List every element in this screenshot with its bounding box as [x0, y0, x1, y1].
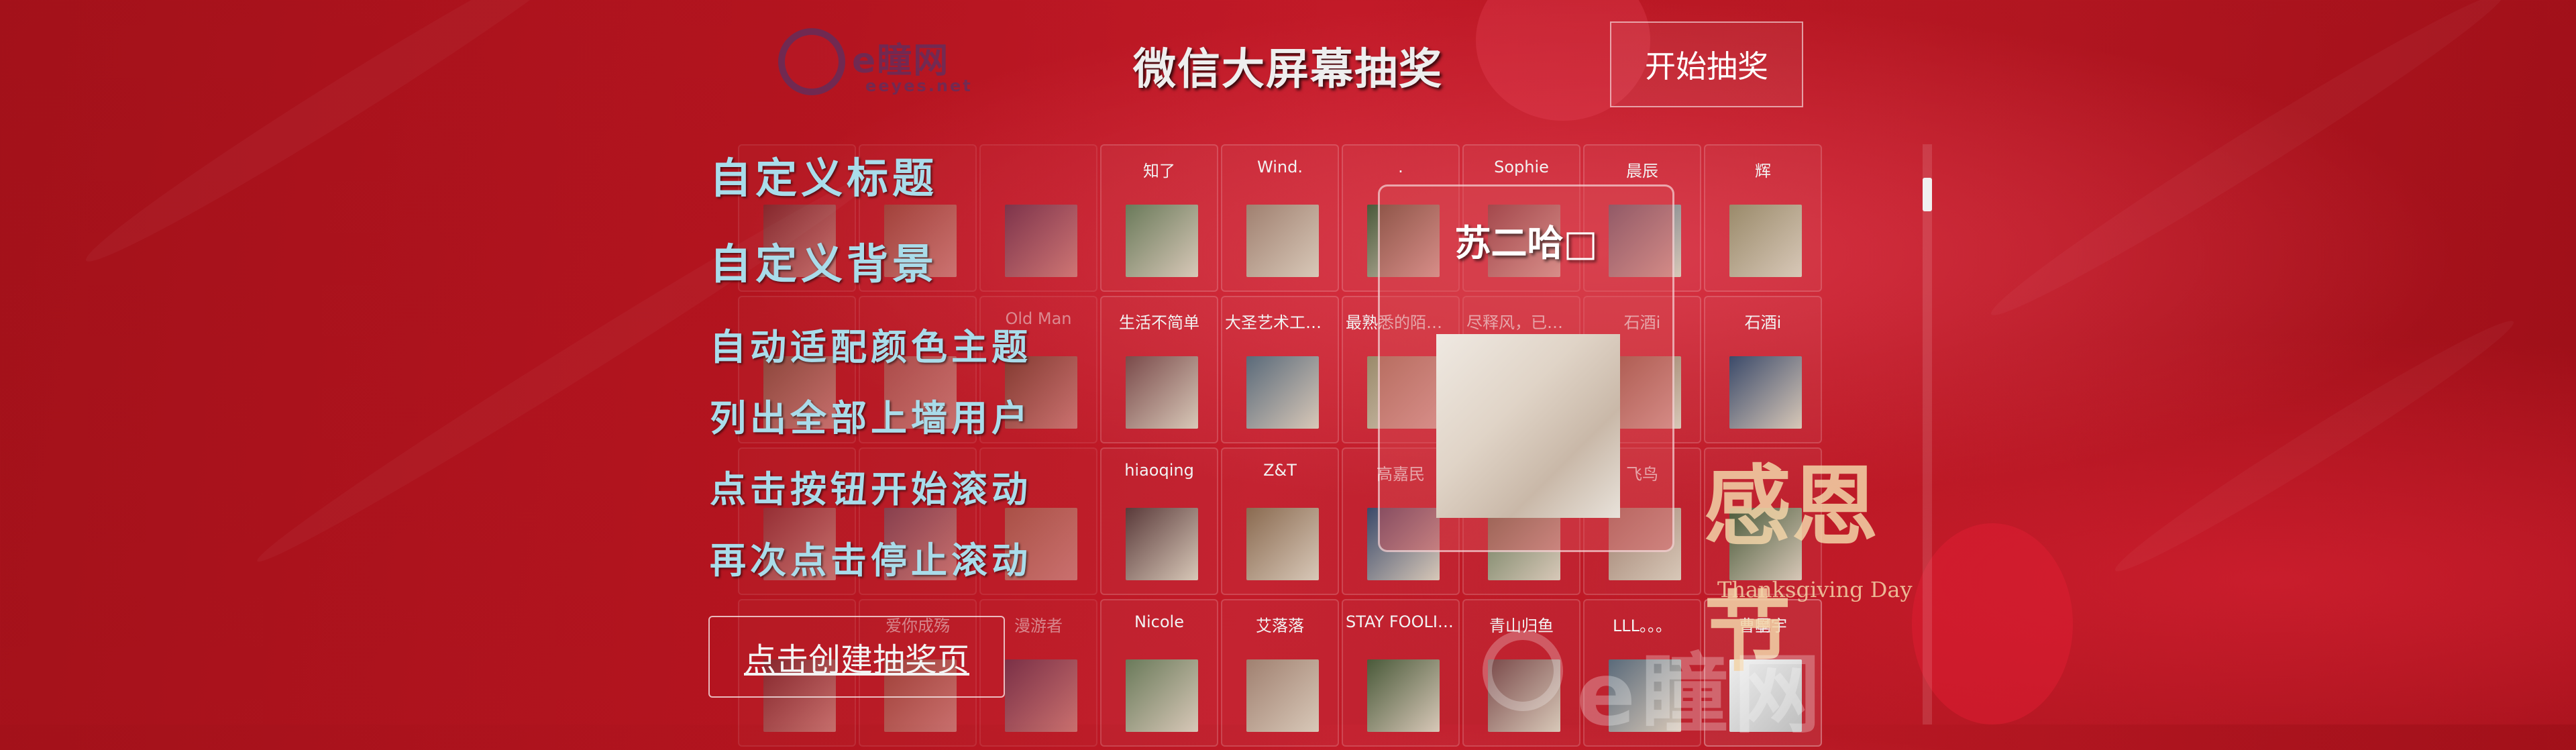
user-card: Wind.: [1221, 144, 1339, 292]
user-nickname: 晨辰: [1626, 162, 1658, 180]
feature-item: 列出全部上墙用户: [710, 397, 1032, 439]
user-avatar: [1246, 659, 1319, 732]
feature-item: 再次点击停止滚动: [710, 539, 1032, 582]
user-card: 艾落落: [1221, 599, 1339, 747]
user-nickname: 石酒i: [1744, 313, 1782, 332]
user-avatar: [1005, 659, 1077, 732]
user-nickname: STAY FOOLISH,S: [1346, 612, 1458, 631]
user-card: [979, 144, 1097, 292]
feature-item: 自定义背景: [710, 239, 938, 288]
user-avatar: [1126, 356, 1198, 429]
winner-name: 苏二哈□: [1454, 222, 1598, 264]
user-avatar: [1246, 356, 1319, 429]
user-card: 生活不简单: [1100, 296, 1218, 443]
user-avatar: [1246, 205, 1319, 277]
user-avatar: [1729, 205, 1802, 277]
user-card: hiaoqing: [1100, 447, 1218, 595]
feature-item: 自动适配颜色主题: [710, 326, 1032, 368]
user-card: 辉: [1704, 144, 1822, 292]
logo-text: e瞳网: [852, 41, 950, 81]
user-card: Z&T: [1221, 447, 1339, 595]
user-nickname: .: [1398, 158, 1403, 176]
user-avatar: [1126, 659, 1198, 732]
user-nickname: Wind.: [1257, 158, 1303, 176]
user-nickname: Z&T: [1263, 461, 1297, 480]
user-nickname: 大圣艺术工作室（: [1225, 313, 1338, 332]
create-lottery-page-button[interactable]: 点击创建抽奖页: [708, 616, 1005, 698]
user-avatar: [1126, 508, 1198, 580]
user-avatar: [1126, 205, 1198, 277]
user-card: 大圣艺术工作室（: [1221, 296, 1339, 443]
page-title: 微信大屏幕抽奖: [1133, 45, 1443, 95]
festival-subtitle: Thanksgiving Day: [1717, 577, 1913, 602]
scrollbar-thumb[interactable]: [1923, 178, 1932, 211]
user-nickname: 生活不简单: [1119, 313, 1199, 332]
user-nickname: 艾落落: [1256, 617, 1304, 635]
user-card: 石酒i: [1704, 296, 1822, 443]
user-nickname: Sophie: [1494, 158, 1549, 176]
logo-mark-icon: [778, 28, 845, 95]
user-card: Nicole: [1100, 599, 1218, 747]
watermark: e瞳网: [1576, 643, 1827, 745]
thanksgiving-decoration: 感恩节 Thanksgiving Day: [1704, 436, 1945, 684]
user-avatar: [1246, 508, 1319, 580]
winner-avatar: [1436, 334, 1620, 518]
user-avatar: [1367, 659, 1440, 732]
user-nickname: 知了: [1143, 162, 1175, 180]
user-avatar: [1005, 205, 1077, 277]
user-nickname: Nicole: [1134, 612, 1184, 631]
winner-card: 苏二哈□: [1378, 184, 1674, 552]
user-avatar: [1729, 356, 1802, 429]
user-card: STAY FOOLISH,S: [1342, 599, 1460, 747]
brand-logo: e瞳网 eeyes.net: [778, 28, 973, 102]
user-nickname: 辉: [1755, 162, 1771, 180]
user-card: 知了: [1100, 144, 1218, 292]
feature-item: 点击按钮开始滚动: [710, 468, 1032, 511]
start-lottery-button[interactable]: 开始抽奖: [1610, 21, 1803, 107]
feature-item: 自定义标题: [710, 154, 938, 203]
logo-subtitle: eeyes.net: [865, 76, 973, 95]
user-nickname: hiaoqing: [1124, 461, 1194, 480]
watermark-mark-icon: [1483, 631, 1563, 711]
